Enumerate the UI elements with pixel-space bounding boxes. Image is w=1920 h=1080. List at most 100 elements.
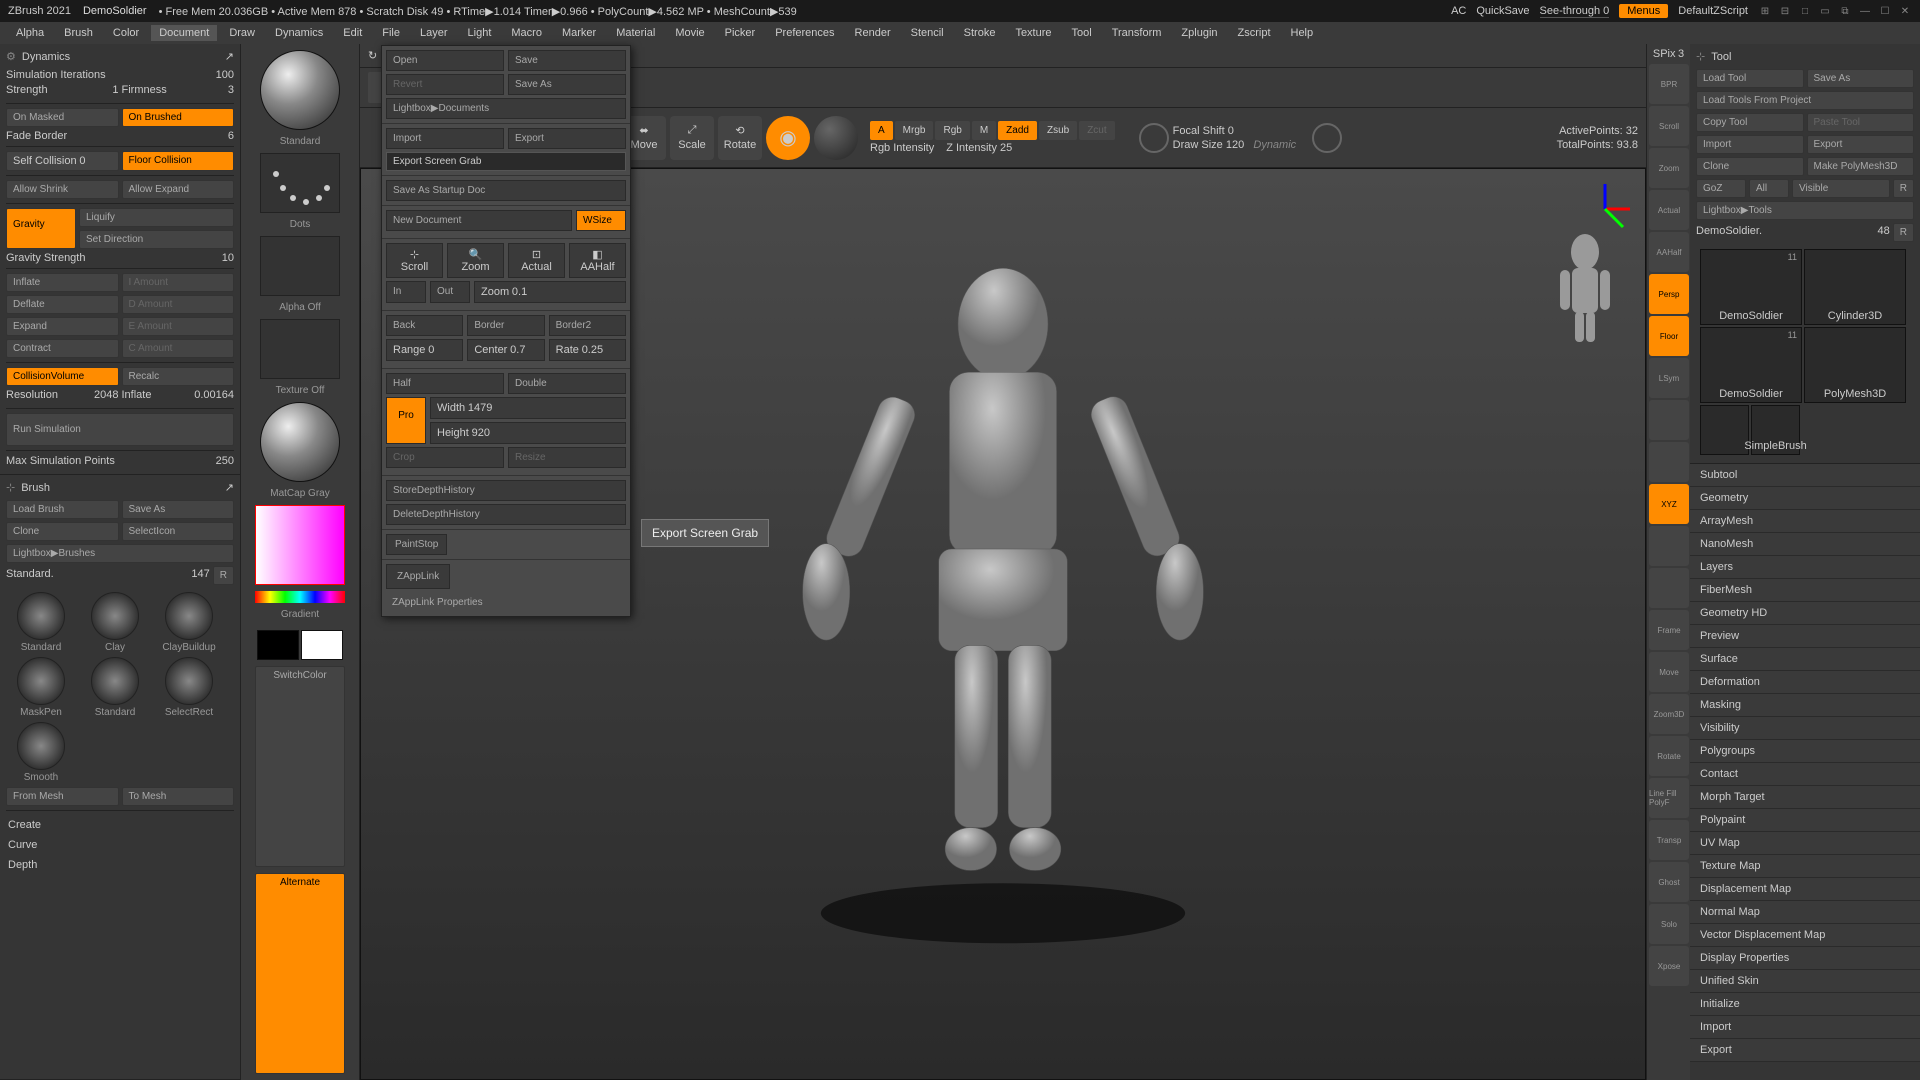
- rt-btn8[interactable]: [1649, 400, 1689, 440]
- acc-nanomesh[interactable]: NanoMesh: [1690, 533, 1920, 556]
- draw-circle-icon[interactable]: [1312, 123, 1342, 153]
- switch-color-button[interactable]: SwitchColor: [255, 666, 345, 867]
- gyro-tool[interactable]: ◉: [766, 116, 810, 160]
- back-button[interactable]: Back: [386, 315, 463, 336]
- acc-preview[interactable]: Preview: [1690, 625, 1920, 648]
- range-slider[interactable]: Range 0: [386, 339, 463, 361]
- menu-dynamics[interactable]: Dynamics: [267, 25, 331, 41]
- z-int-slider[interactable]: Z Intensity 25: [946, 142, 1012, 154]
- firmness-val[interactable]: 3: [228, 84, 234, 96]
- brush-item-clay[interactable]: Clay: [80, 592, 150, 653]
- load-tools-project-button[interactable]: Load Tools From Project: [1696, 91, 1914, 110]
- sphere-tool[interactable]: [814, 116, 858, 160]
- rt-bpr[interactable]: BPR: [1649, 64, 1689, 104]
- rt-persp[interactable]: Persp: [1649, 274, 1689, 314]
- clone-tool-button[interactable]: Clone: [1696, 157, 1804, 176]
- zoom-in-button[interactable]: In: [386, 281, 426, 303]
- border-button[interactable]: Border: [467, 315, 544, 336]
- inflate-button[interactable]: Inflate: [6, 273, 119, 292]
- wc-icon[interactable]: ⊞: [1758, 4, 1772, 18]
- mini-silhouette[interactable]: [1545, 229, 1625, 349]
- tool-thumb-0[interactable]: 11DemoSoldier: [1700, 249, 1802, 325]
- zapplink-props[interactable]: ZAppLink Properties: [386, 593, 626, 612]
- zoom-mode[interactable]: 🔍Zoom: [447, 243, 504, 278]
- menu-layer[interactable]: Layer: [412, 25, 456, 41]
- rt-ghost[interactable]: Ghost: [1649, 862, 1689, 902]
- paste-tool-button[interactable]: Paste Tool: [1807, 113, 1915, 132]
- run-simulation-button[interactable]: Run Simulation: [6, 413, 234, 446]
- brush-r-button[interactable]: R: [213, 566, 234, 585]
- menu-macro[interactable]: Macro: [503, 25, 550, 41]
- load-tool-button[interactable]: Load Tool: [1696, 69, 1804, 88]
- border2-button[interactable]: Border2: [549, 315, 626, 336]
- clone-brush-button[interactable]: Clone: [6, 522, 119, 541]
- new-doc-button[interactable]: New Document: [386, 210, 572, 231]
- fade-border-val[interactable]: 6: [228, 130, 234, 142]
- floor-collision-button[interactable]: Floor Collision: [122, 151, 235, 171]
- wsize-button[interactable]: WSize: [576, 210, 626, 231]
- collision-volume-button[interactable]: CollisionVolume: [6, 367, 119, 386]
- acc-uv-map[interactable]: UV Map: [1690, 832, 1920, 855]
- rt-transp[interactable]: Transp: [1649, 820, 1689, 860]
- acc-layers[interactable]: Layers: [1690, 556, 1920, 579]
- menu-zscript[interactable]: Zscript: [1230, 25, 1279, 41]
- menu-texture[interactable]: Texture: [1007, 25, 1059, 41]
- menus-button[interactable]: Menus: [1619, 4, 1668, 18]
- menu-zplugin[interactable]: Zplugin: [1173, 25, 1225, 41]
- width-slider[interactable]: Width 1479: [430, 397, 626, 419]
- wc-icon[interactable]: ▭: [1818, 4, 1832, 18]
- acc-export[interactable]: Export: [1690, 1039, 1920, 1062]
- rt-xpose[interactable]: Xpose: [1649, 946, 1689, 986]
- load-brush-button[interactable]: Load Brush: [6, 500, 119, 519]
- brush-item-selectrect[interactable]: SelectRect: [154, 657, 224, 718]
- menu-document[interactable]: Document: [151, 25, 217, 41]
- double-button[interactable]: Double: [508, 373, 626, 394]
- scroll-mode[interactable]: ⊹Scroll: [386, 243, 443, 278]
- export-screen-grab-input[interactable]: [386, 152, 626, 171]
- acc-deformation[interactable]: Deformation: [1690, 671, 1920, 694]
- menu-stencil[interactable]: Stencil: [903, 25, 952, 41]
- on-masked-button[interactable]: On Masked: [6, 108, 119, 127]
- menu-tool[interactable]: Tool: [1064, 25, 1100, 41]
- acc-subtool[interactable]: Subtool: [1690, 464, 1920, 487]
- goz-all-button[interactable]: All: [1749, 179, 1789, 198]
- menu-alpha[interactable]: Alpha: [8, 25, 52, 41]
- focal-shift-slider[interactable]: Focal Shift 0: [1173, 125, 1297, 137]
- pin-icon[interactable]: ↗: [225, 481, 234, 494]
- menu-edit[interactable]: Edit: [335, 25, 370, 41]
- menu-help[interactable]: Help: [1283, 25, 1322, 41]
- rt-frame[interactable]: Frame: [1649, 610, 1689, 650]
- color-picker[interactable]: [255, 505, 345, 585]
- save-as-tool-button[interactable]: Save As: [1807, 69, 1915, 88]
- quicksave-button[interactable]: QuickSave: [1476, 5, 1529, 17]
- rt-rotate[interactable]: Rotate: [1649, 736, 1689, 776]
- set-direction-button[interactable]: Set Direction: [79, 230, 234, 249]
- to-mesh-button[interactable]: To Mesh: [122, 787, 235, 806]
- default-zscript[interactable]: DefaultZScript: [1678, 5, 1748, 17]
- sim-iter-val[interactable]: 100: [216, 69, 234, 81]
- center-slider[interactable]: Center 0.7: [467, 339, 544, 361]
- export-button[interactable]: Export: [508, 128, 626, 149]
- acc-contact[interactable]: Contact: [1690, 763, 1920, 786]
- acc-unified-skin[interactable]: Unified Skin: [1690, 970, 1920, 993]
- tool-thumb-3[interactable]: PolyMesh3D: [1804, 327, 1906, 403]
- wc-icon[interactable]: ⊟: [1778, 4, 1792, 18]
- menu-preferences[interactable]: Preferences: [767, 25, 842, 41]
- lightbox-brushes-button[interactable]: Lightbox▶Brushes: [6, 544, 234, 563]
- brush-header[interactable]: ⊹ Brush ↗: [6, 479, 234, 500]
- deflate-amount[interactable]: D Amount: [122, 295, 235, 314]
- pin-icon[interactable]: ↗: [225, 50, 234, 63]
- focal-circle-icon[interactable]: [1139, 123, 1169, 153]
- menu-picker[interactable]: Picker: [717, 25, 764, 41]
- actual-mode[interactable]: ⊡Actual: [508, 243, 565, 278]
- hue-bar[interactable]: [255, 591, 345, 603]
- aahalf-mode[interactable]: ◧AAHalf: [569, 243, 626, 278]
- brush-name-val[interactable]: 147: [191, 568, 209, 580]
- rt-actual[interactable]: Actual: [1649, 190, 1689, 230]
- menu-material[interactable]: Material: [608, 25, 663, 41]
- acc-masking[interactable]: Masking: [1690, 694, 1920, 717]
- tool-thumb-4[interactable]: [1700, 405, 1749, 455]
- acc-vector-displacement-map[interactable]: Vector Displacement Map: [1690, 924, 1920, 947]
- half-button[interactable]: Half: [386, 373, 504, 394]
- inflate-amount[interactable]: I Amount: [122, 273, 235, 292]
